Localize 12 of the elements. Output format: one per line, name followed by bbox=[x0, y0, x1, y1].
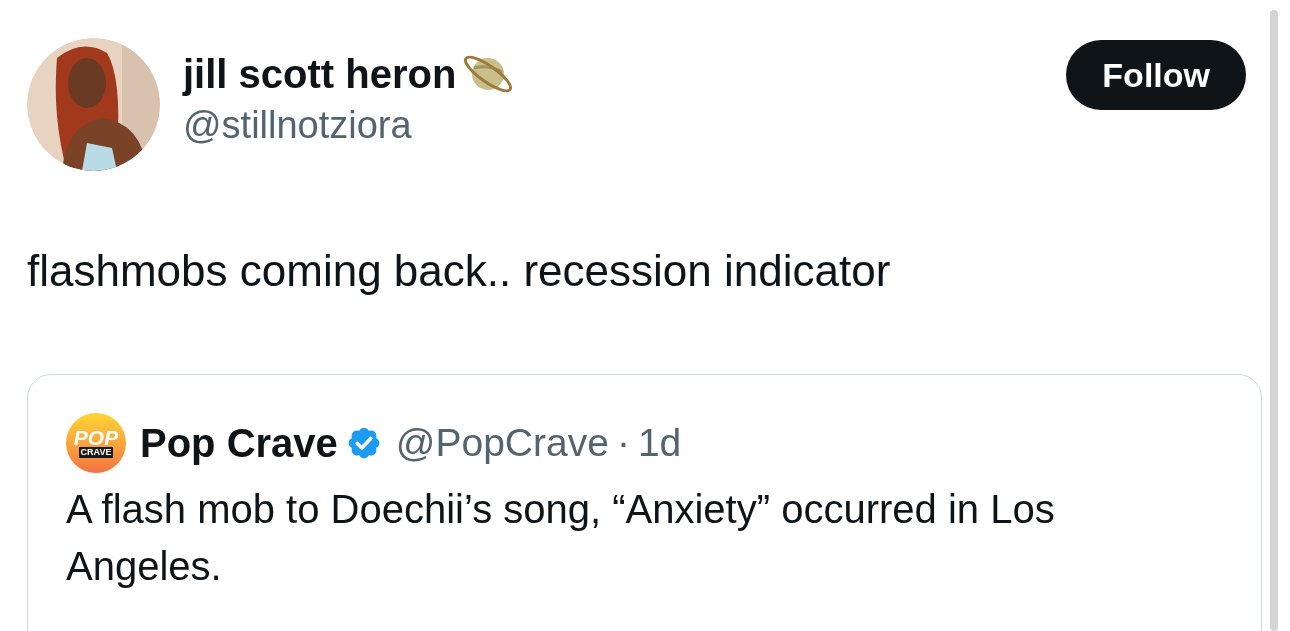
quoted-tweet-card[interactable]: POP CRAVE Pop Crave @PopCrave · 1d A flash mob to Doechii’s song, “Anxiety” occurred in Los Angeles. bbox=[27, 374, 1262, 631]
logo-text: CRAVE bbox=[78, 447, 114, 458]
follow-button[interactable]: Follow bbox=[1066, 40, 1246, 110]
author-handle[interactable]: @stillnotziora bbox=[183, 102, 517, 148]
quoted-author-handle[interactable]: @PopCrave bbox=[395, 418, 609, 468]
quoted-author-name[interactable]: Pop Crave bbox=[140, 418, 338, 468]
separator: · bbox=[616, 420, 630, 466]
tweet-text: flashmobs coming back.. recession indicator bbox=[27, 245, 892, 297]
timestamp[interactable]: 1d bbox=[637, 418, 682, 468]
logo-text: POP bbox=[73, 428, 119, 447]
quoted-tweet-text: A flash mob to Doechii’s song, “Anxiety” occurred in Los Angeles. bbox=[66, 486, 1056, 590]
author-name[interactable]: jill scott heron bbox=[183, 48, 457, 100]
